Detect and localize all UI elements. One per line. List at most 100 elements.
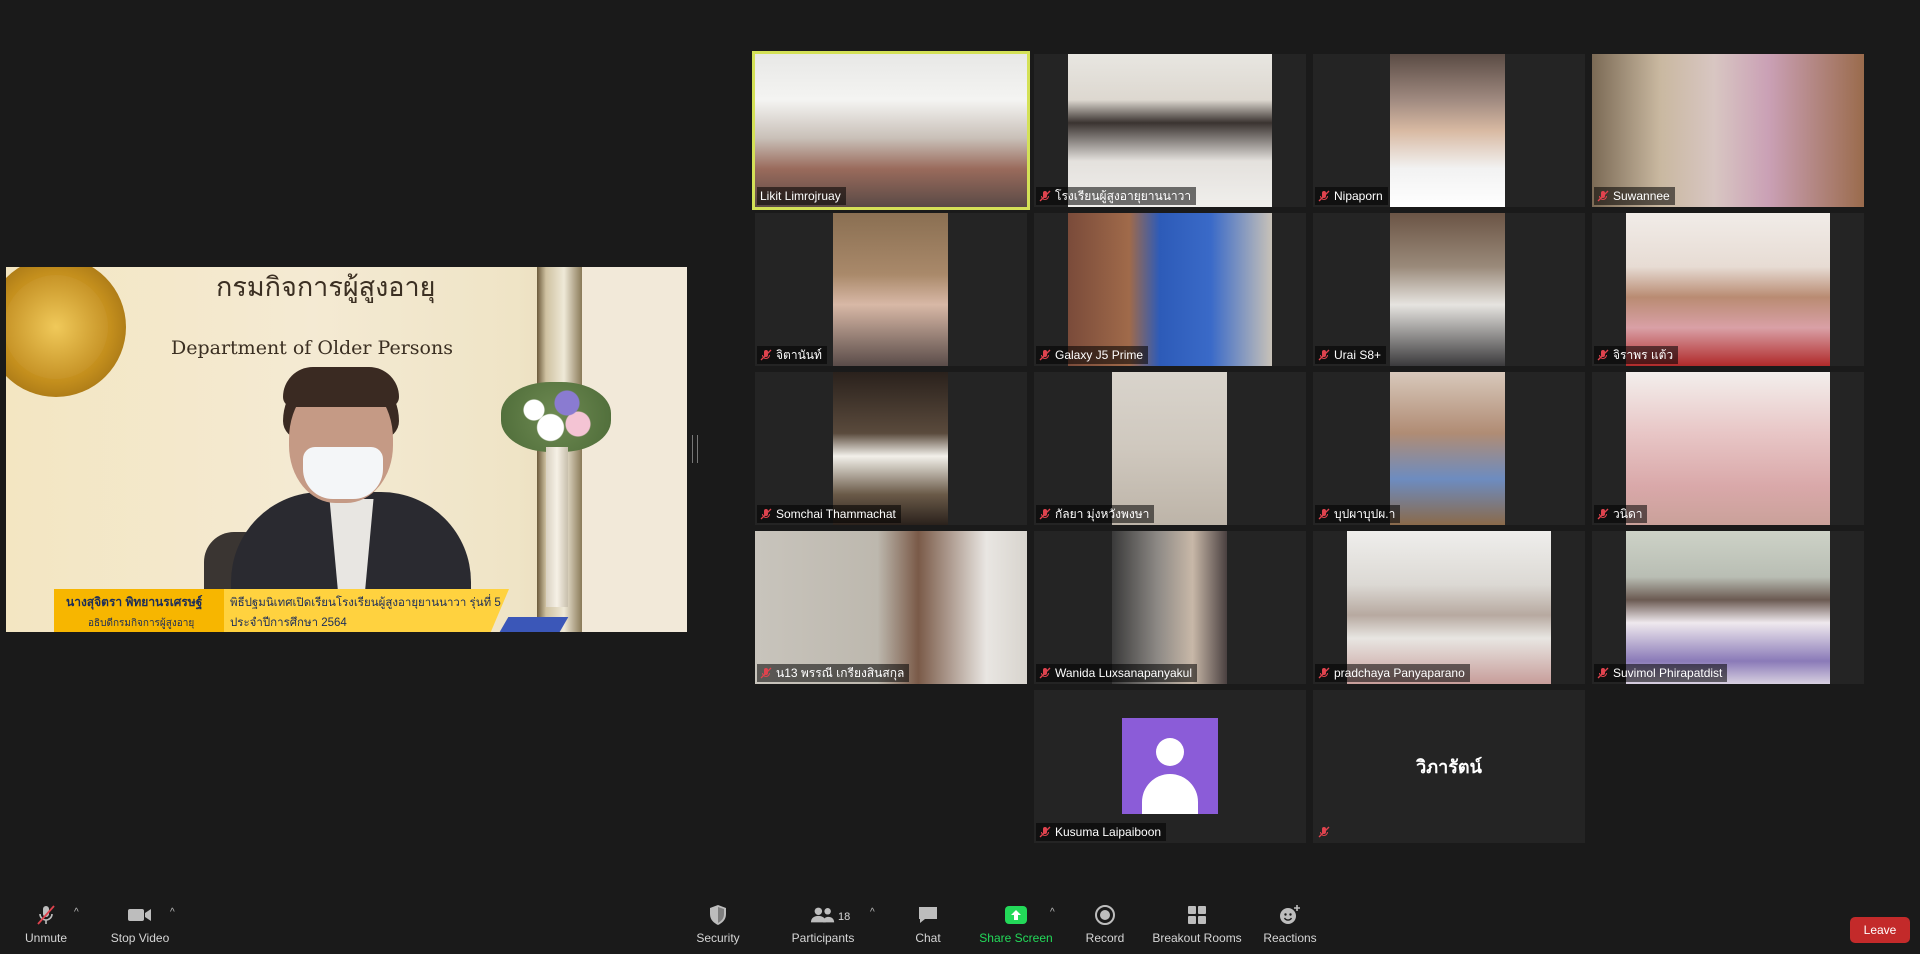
participant-tile[interactable]: Suvimol Phirapatdist [1592,531,1864,684]
participant-tile[interactable]: จิตานันท์ [755,213,1027,366]
participant-name: Somchai Thammachat [776,507,896,521]
people-icon [810,903,836,927]
avatar [1122,718,1218,814]
participant-tile[interactable]: Kusuma Laipaiboon [1034,690,1306,843]
participant-tile[interactable]: Suwannee [1592,54,1864,207]
participant-tile[interactable]: โรงเรียนผู้สูงอายุยานนาวา [1034,54,1306,207]
speaker-hair-top [283,367,399,407]
participant-tile[interactable]: กัลยา มุ่งหวังพงษา [1034,372,1306,525]
participant-video [1347,531,1551,684]
participant-video [1068,54,1272,207]
participant-name-tag: Somchai Thammachat [757,505,901,523]
participant-video [1626,531,1830,684]
participant-video [755,54,1027,207]
participant-tile[interactable]: Likit Limrojruay [755,54,1027,207]
participant-tile[interactable]: วนิดา [1592,372,1864,525]
participant-video [1068,213,1272,366]
chat-label: Chat [915,931,941,945]
mic-off-icon [1318,667,1330,679]
stop-video-button[interactable]: Stop Video [104,903,176,951]
video-options-caret[interactable]: ^ [170,907,175,918]
video-camera-icon [127,903,153,927]
shared-screen-video[interactable]: กรมกิจการผู้สูงอายุ Department of Older … [6,267,687,632]
participant-name-tag: Nipaporn [1315,187,1388,205]
flower-vase [546,447,568,607]
participant-video [1626,213,1830,366]
mic-off-icon [1318,349,1330,361]
smiley-plus-icon [1277,903,1303,927]
participant-name: น13 พรรณี เกรียงสินสกุล [776,665,905,680]
participant-tile[interactable]: Galaxy J5 Prime [1034,213,1306,366]
participant-tile[interactable]: วิภารัตน์ [1313,690,1585,843]
mic-off-icon [1597,508,1609,520]
record-icon [1092,903,1118,927]
participant-tile[interactable]: Urai S8+ [1313,213,1585,366]
participant-name-tag: Suwannee [1594,187,1675,205]
wall-right [582,267,687,632]
participant-tile[interactable]: Wanida Luxsanapanyakul [1034,531,1306,684]
mic-off-icon [1597,349,1609,361]
participant-tile[interactable]: จิราพร แต้ว [1592,213,1864,366]
participant-name-tag: กัลยา มุ่งหวังพงษา [1036,505,1155,523]
participant-name: Wanida Luxsanapanyakul [1055,666,1192,680]
participant-name-tag: โรงเรียนผู้สูงอายุยานนาวา [1036,187,1197,205]
org-name-english: Department of Older Persons [171,337,453,359]
participant-display-name: วิภารัตน์ [1416,757,1482,777]
participant-video [1112,531,1227,684]
mic-off-icon [33,903,59,927]
participant-name-tag: pradchaya Panyaparano [1315,664,1470,682]
participant-name-tag: จิราพร แต้ว [1594,346,1679,364]
participant-video [755,531,1027,684]
breakout-rooms-button[interactable]: Breakout Rooms [1150,903,1244,951]
participant-name: Kusuma Laipaiboon [1055,825,1162,839]
participants-count-badge: 18 [838,911,851,923]
record-button[interactable]: Record [1083,903,1127,951]
avatar-head [1156,738,1184,766]
chat-button[interactable]: Chat [905,903,951,951]
event-year: ประจำปีการศึกษา 2564 [230,617,347,629]
unmute-button[interactable]: Unmute [18,903,74,951]
participant-tile[interactable]: บุปผาบุปผ.า [1313,372,1585,525]
participant-name-tag: Suvimol Phirapatdist [1594,664,1728,682]
participant-video [1390,54,1505,207]
participants-options-caret[interactable]: ^ [870,907,875,918]
participant-name: บุปผาบุปผ.า [1334,506,1396,521]
mic-off-icon [1039,826,1051,838]
reactions-button[interactable]: Reactions [1262,903,1318,951]
grid-icon [1184,903,1210,927]
speaker-name: นางสุจิตรา พิทยานรเศรษฐ์ [66,595,203,609]
participant-tile[interactable]: Nipaporn [1313,54,1585,207]
participant-tile[interactable]: pradchaya Panyaparano [1313,531,1585,684]
leave-button[interactable]: Leave [1850,917,1910,943]
mic-off-icon [760,508,772,520]
participant-name: pradchaya Panyaparano [1334,666,1465,680]
mic-off-icon [1597,190,1609,202]
meeting-toolbar: Unmute ^ Stop Video ^ Security Participa… [0,897,1920,954]
unmute-label: Unmute [24,931,68,945]
security-label: Security [696,931,740,945]
participant-name: Suvimol Phirapatdist [1613,666,1723,680]
org-name-thai: กรมกิจการผู้สูงอายุ [216,272,436,303]
audio-options-caret[interactable]: ^ [74,907,79,918]
view-splitter-handle[interactable] [692,435,698,463]
mic-off-icon [1597,667,1609,679]
participant-tile[interactable]: Somchai Thammachat [755,372,1027,525]
reactions-label: Reactions [1263,931,1317,945]
shield-icon [705,903,731,927]
participant-name: โรงเรียนผู้สูงอายุยานนาวา [1055,188,1192,203]
security-button[interactable]: Security [692,903,744,951]
participant-name-tag [1315,823,1339,841]
event-title: พิธีปฐมนิเทศเปิดเรียนโรงเรียนผู้สูงอายุย… [230,597,501,609]
participant-video [1112,372,1227,525]
participant-tile[interactable]: น13 พรรณี เกรียงสินสกุล [755,531,1027,684]
share-options-caret[interactable]: ^ [1050,907,1055,918]
participant-name: Galaxy J5 Prime [1055,348,1144,362]
participant-name-tag: บุปผาบุปผ.า [1315,505,1401,523]
participant-video [1390,213,1505,366]
flower-bouquet [501,382,611,452]
share-screen-button[interactable]: Share Screen [978,903,1054,951]
participant-name: Suwannee [1613,189,1670,203]
participant-video [833,372,948,525]
participant-video [833,213,948,366]
face-mask [303,447,383,499]
